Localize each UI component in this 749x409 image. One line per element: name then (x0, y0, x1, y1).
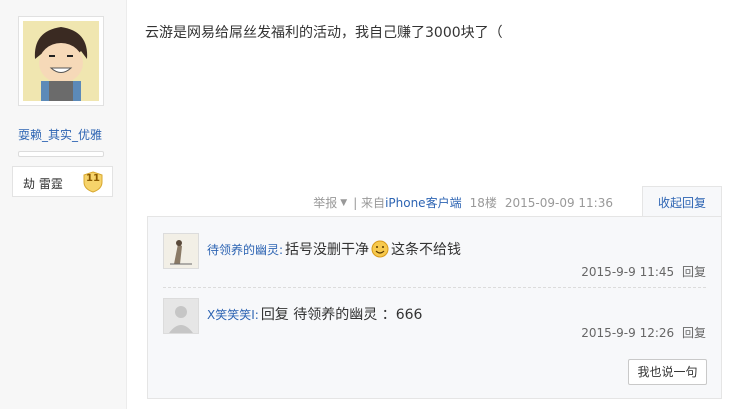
reply-divider (163, 287, 706, 288)
reply-text: 回复 待领养的幽灵 ：666 (260, 307, 423, 323)
level-badge-box[interactable]: 劫 雷霆 11 (12, 166, 113, 197)
reply-item: X笑笑笑I: 回复 待领养的幽灵 ：666 2015-9-9 12:26 回复 (163, 298, 706, 354)
smiley-icon (371, 240, 389, 258)
avatar-image (23, 21, 99, 101)
reply-body: X笑笑笑I: 回复 待领养的幽灵 ：666 (207, 304, 422, 324)
reply-username[interactable]: 待领养的幽灵: (207, 241, 283, 258)
source-prefix: | 来自 (353, 196, 386, 210)
chevron-down-icon[interactable]: ▼ (340, 198, 347, 208)
reply-item: 待领养的幽灵: 括号没删干净 这条不给钱 2015-9-9 11:45 回复 (163, 233, 706, 289)
reply-button[interactable]: 回复 (682, 265, 706, 279)
level-title: 劫 雷霆 (23, 177, 63, 191)
reply-timestamp: 2015-9-9 11:45 (581, 265, 675, 279)
level-progress-bar (18, 151, 104, 157)
floor-number: 18楼 (469, 196, 497, 210)
collapse-replies-button[interactable]: 收起回复 (642, 186, 722, 217)
post-main: 云游是网易给屌丝发福利的活动，我自己赚了3000块了（ 举报 ▼ | 来自 iP… (127, 0, 749, 409)
reply-button[interactable]: 回复 (682, 326, 706, 340)
default-avatar-icon[interactable] (163, 298, 199, 334)
author-avatar[interactable] (18, 16, 104, 106)
cartoon-boy-icon (23, 21, 99, 101)
post-timestamp: 2015-09-09 11:36 (504, 195, 613, 210)
reply-timestamp: 2015-9-9 12:26 (581, 326, 675, 340)
say-something-button[interactable]: 我也说一句 (628, 359, 707, 385)
report-link[interactable]: 举报 (313, 194, 337, 211)
reply-body: 待领养的幽灵: 括号没删干净 这条不给钱 (207, 239, 461, 259)
reply-avatar[interactable] (163, 233, 199, 269)
level-number: 11 (86, 173, 100, 184)
source-client-link[interactable]: iPhone客户端 (385, 194, 462, 211)
reply-username[interactable]: X笑笑笑I: (207, 306, 259, 323)
reply-text-after: 这条不给钱 (391, 242, 462, 258)
reply-panel: 待领养的幽灵: 括号没删干净 这条不给钱 2015-9-9 11:45 回复 X… (147, 216, 722, 399)
post-meta: 举报 ▼ | 来自 iPhone客户端 18楼 2015-09-09 11:36 (313, 194, 613, 211)
reply-meta: 2015-9-9 11:45 回复 (581, 263, 706, 280)
level-shield-icon: 11 (82, 171, 104, 193)
post-content: 云游是网易给屌丝发福利的活动，我自己赚了3000块了（ (145, 25, 503, 41)
reply-text: 括号没删干净 (285, 242, 370, 258)
reply-meta: 2015-9-9 12:26 回复 (581, 324, 706, 341)
author-username[interactable]: 耍赖_其实_优雅 (0, 126, 120, 143)
author-sidebar: 耍赖_其实_优雅 劫 雷霆 11 (0, 0, 127, 409)
